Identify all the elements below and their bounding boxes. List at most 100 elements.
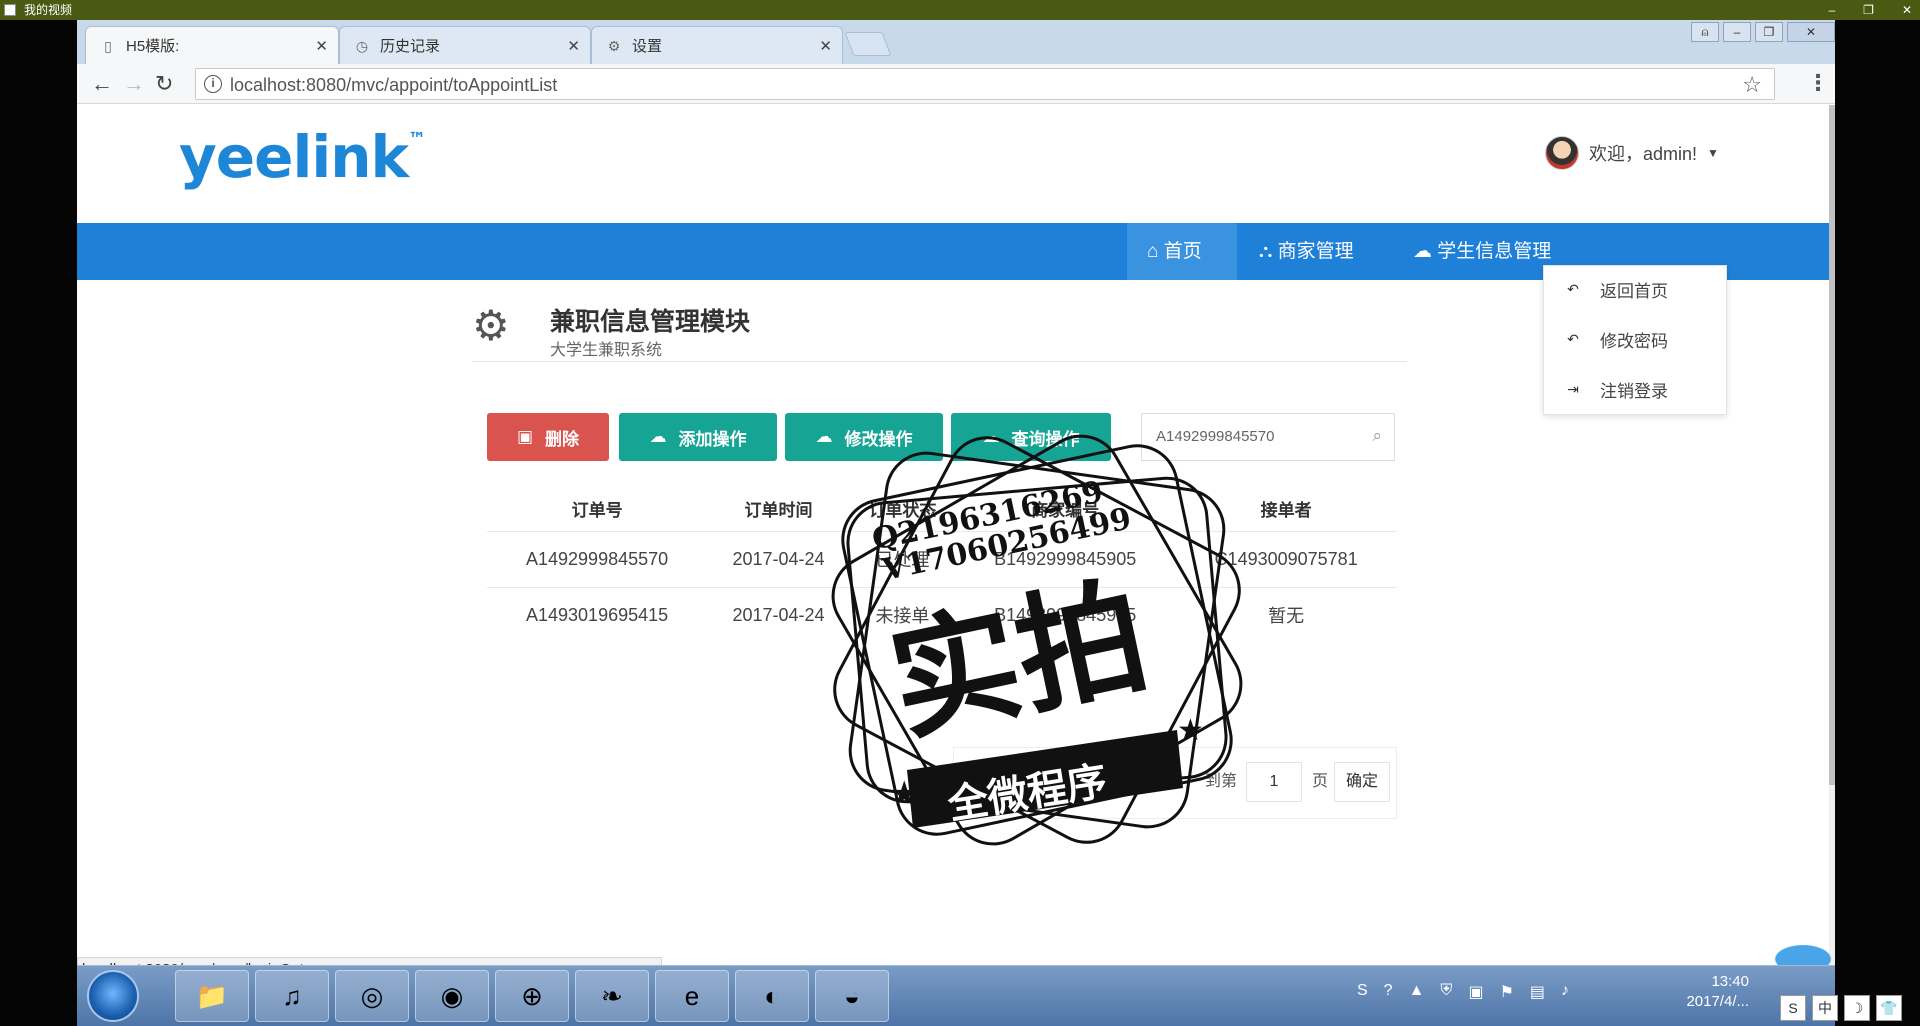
tab-history[interactable]: ◷ 历史记录 ✕ [339,26,591,64]
chrome-icon[interactable]: ◉ [415,970,489,1022]
network-app-icon[interactable]: ⊕ [495,970,569,1022]
next-page-link[interactable]: 下一页 [1116,762,1190,802]
tab-settings[interactable]: ⚙ 设置 ✕ [591,26,843,64]
reply-icon: ↶ [1567,280,1579,297]
page-1[interactable]: 1 [1028,762,1068,802]
gpu-icon[interactable]: ▣ [1468,982,1483,1002]
page-title: 兼职信息管理模块 [550,308,751,336]
sogou-icon[interactable]: S [1780,995,1806,1021]
add-label: 添加操作 [678,429,747,449]
file-explorer-icon[interactable]: 📁 [175,970,249,1022]
clock-date: 2017/4/... [1686,993,1749,1010]
cell: B1492999845905 [955,586,1176,643]
flag-icon[interactable]: ⚑ [1500,982,1514,1002]
reload-icon[interactable]: ↻ [155,72,173,96]
forward-icon[interactable]: → [123,72,145,96]
player-title: 我的视频 [24,3,73,17]
bird-decoration [1755,935,1835,965]
player-titlebar: 我的视频 – ❐ ✕ [0,0,1920,20]
site-logo[interactable]: yeelink™ [179,123,426,191]
pagination: 1 2 下一页 到第 1 页 确定 [953,747,1397,819]
table-row[interactable]: A1492999845570 2017-04-24 已处理 B149299984… [487,530,1397,587]
dropdown-item-logout[interactable]: ⇥ 注销登录 [1564,374,1668,404]
add-button[interactable]: ☁ 添加操作 [619,413,777,461]
browser-window: ▯ H5模版: ✕ ◷ 历史记录 ✕ ⚙ 设置 ✕ ⍝ – ❐ ✕ ← → ↻ … [77,20,1835,965]
ie-icon[interactable]: e [655,970,729,1022]
table-row[interactable]: A1493019695415 2017-04-24 未接单 B149299984… [487,586,1397,643]
close-icon[interactable]: ✕ [567,37,580,55]
cell: 暂无 [1175,586,1397,643]
edit-button[interactable]: ☁ 修改操作 [785,413,943,461]
back-icon[interactable]: ← [91,72,113,96]
moon-icon[interactable]: ☽ [1844,995,1870,1021]
table-header-row: 订单号 订单时间 订单状态 商家编号 接单者 [487,487,1397,531]
minimize-icon[interactable]: – [1828,0,1835,20]
close-icon[interactable]: ✕ [1787,22,1835,42]
caret-down-icon: ▼ [1707,146,1719,160]
tab-label: H5模版: [126,38,180,55]
network-icon[interactable]: ▤ [1530,982,1545,1002]
column-header: 接单者 [1260,501,1312,521]
shield-icon[interactable]: ⛨ [1440,982,1452,1002]
nav-label: 学生信息管理 [1437,241,1552,262]
profile-icon[interactable]: ⍝ [1691,22,1719,42]
page-2[interactable]: 2 [1072,762,1112,802]
reply-icon: ↶ [1567,330,1579,347]
goto-page-input[interactable]: 1 [1246,762,1302,802]
search-icon[interactable]: ⌕ [1372,426,1382,446]
firefox-icon[interactable]: ◎ [335,970,409,1022]
module-header: ⚙ 兼职信息管理模块 大学生兼职系统 [472,290,1407,362]
close-icon[interactable]: ✕ [819,37,832,55]
music-player-icon[interactable]: ♫ [255,970,329,1022]
nav-home[interactable]: ⌂ 首页 [1127,223,1237,280]
search-input[interactable]: A1492999845570 ⌕ [1141,413,1395,461]
tab-h5-template[interactable]: ▯ H5模版: ✕ [85,26,339,64]
signout-icon: ⇥ [1567,380,1579,397]
address-bar[interactable]: i localhost:8080/mvc/appoint/toAppointLi… [195,68,1775,100]
help-icon[interactable]: ? [1384,982,1393,1002]
gears-icon: ⚙ [472,302,510,349]
ime-bar: S 中 ☽ 👕 [1780,995,1902,1021]
dropdown-label: 返回首页 [1600,281,1668,301]
skin-icon[interactable]: 👕 [1876,995,1902,1021]
media-app-icon[interactable]: ◐ [735,970,809,1022]
info-icon[interactable]: i [204,75,222,93]
home-icon: ⌂ [1147,241,1159,262]
restore-icon[interactable]: ❐ [1755,22,1783,42]
start-button[interactable] [87,970,139,1022]
scrollbar[interactable] [1829,105,1835,965]
trash-icon: ▣ [516,427,534,446]
minimize-icon[interactable]: – [1723,22,1751,42]
confirm-button[interactable]: 确定 [1334,762,1390,802]
tab-label: 设置 [632,38,663,55]
history-icon: ◷ [355,37,369,54]
user-menu-toggle[interactable]: 欢迎，admin! ▼ [1545,133,1719,173]
star-icon: ★ [889,775,919,813]
ime-s-icon[interactable]: S [1357,982,1368,1002]
cloud-upload-icon: ☁ [649,427,667,446]
close-icon[interactable]: ✕ [1902,0,1912,20]
clock[interactable]: 13:40 2017/4/... [1686,972,1749,1012]
new-tab-button[interactable] [844,32,892,56]
delete-button[interactable]: ▣ 删除 [487,413,609,461]
bookmark-star-icon[interactable]: ☆ [1742,72,1762,98]
column-header: 订单号 [571,501,623,521]
menu-icon[interactable]: ⋮ [1807,70,1829,96]
tab-strip: ▯ H5模版: ✕ ◷ 历史记录 ✕ ⚙ 设置 ✕ ⍝ – ❐ ✕ [77,20,1835,64]
dropdown-item-home[interactable]: ↶ 返回首页 [1564,274,1668,304]
query-button[interactable]: ☁ 查询操作 [951,413,1111,461]
scrollbar-thumb[interactable] [1829,105,1835,785]
clock-time: 13:40 [1711,973,1749,990]
nav-merchant[interactable]: ⛬ 商家管理 [1239,223,1389,280]
close-icon[interactable]: ✕ [315,37,328,55]
restore-icon[interactable]: ❐ [1863,0,1874,20]
cell: 2017-04-24 [707,586,850,643]
spring-ide-icon[interactable]: ❧ [575,970,649,1022]
dropdown-item-password[interactable]: ↶ 修改密码 [1564,324,1668,354]
letterbox-left [0,20,77,1026]
chat-app-icon[interactable]: ◒ [815,970,889,1022]
welcome-text: 欢迎，admin! [1589,144,1698,164]
volume-icon[interactable]: ♪ [1561,982,1569,1002]
tray-expand-icon[interactable]: ▲ [1409,982,1425,1002]
ime-mode-icon[interactable]: 中 [1812,995,1838,1021]
